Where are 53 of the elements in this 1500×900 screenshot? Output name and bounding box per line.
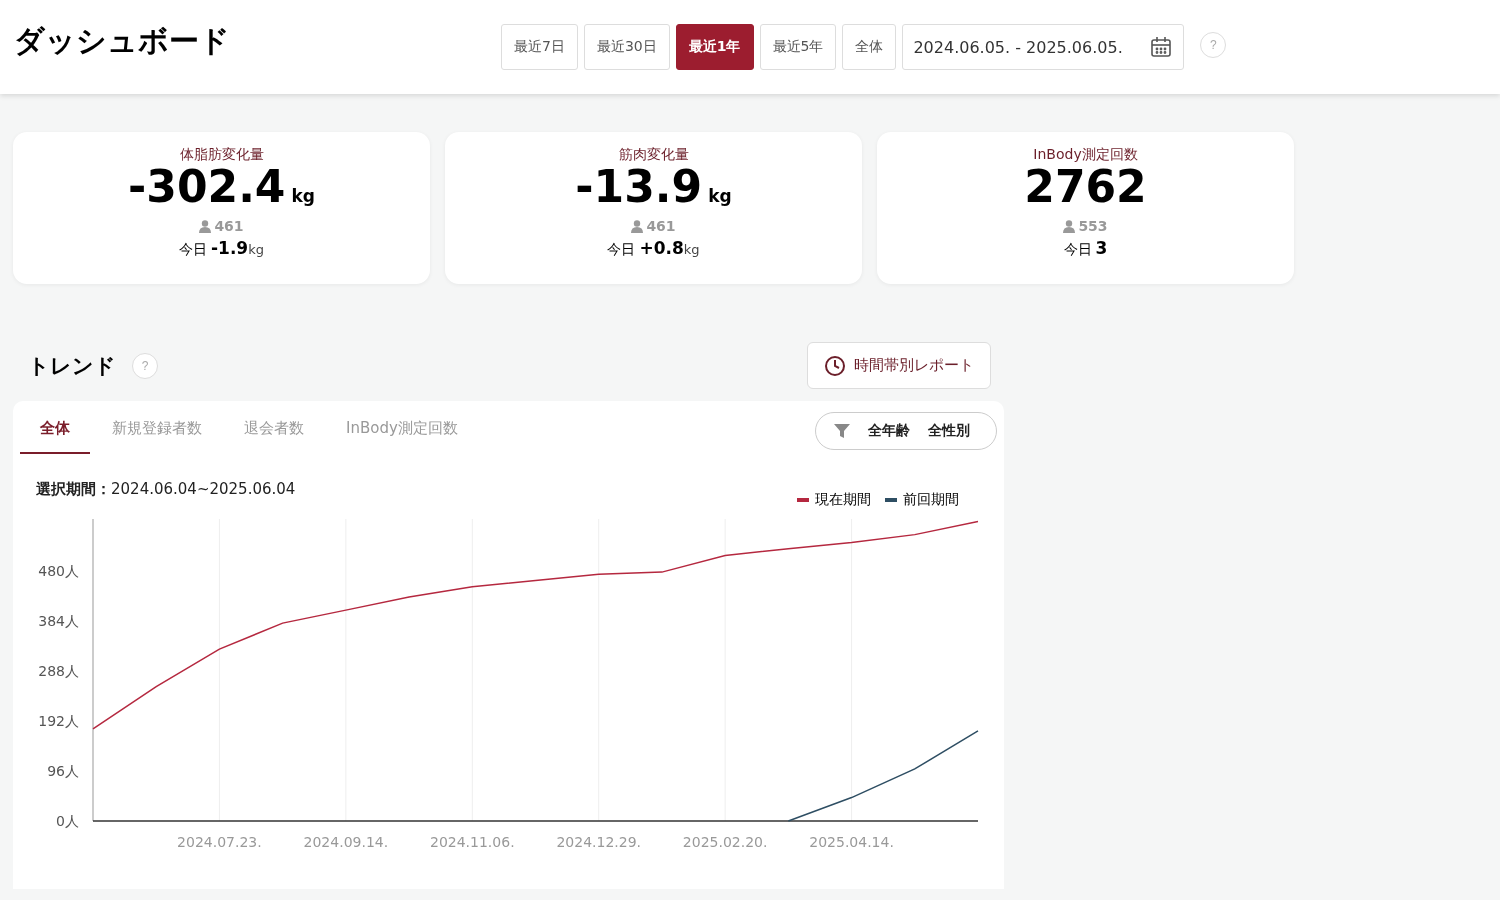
- today-value: -1.9: [211, 238, 249, 258]
- clock-icon: [824, 354, 846, 377]
- today-value: +0.8: [639, 238, 684, 258]
- legend-label: 前回期間: [903, 491, 959, 509]
- stat-value: -13.9: [575, 164, 703, 210]
- date-range-field[interactable]: 2024.06.05. - 2025.06.05.: [902, 24, 1185, 70]
- page-title: ダッシュボード: [14, 21, 231, 60]
- x-axis-label: 2024.07.23.: [177, 834, 262, 850]
- today-label: 今日: [607, 241, 636, 259]
- y-axis-label: 192人: [38, 713, 79, 730]
- period-button[interactable]: 最近5年: [759, 24, 837, 70]
- stat-unit: kg: [291, 186, 315, 206]
- person-icon: [631, 219, 644, 233]
- stat-value: -302.4: [128, 164, 286, 210]
- stat-value: 2762: [1024, 164, 1147, 210]
- chart-tab[interactable]: 全体: [20, 407, 90, 454]
- x-axis-label: 2024.11.06.: [430, 834, 515, 850]
- filter-button[interactable]: 全年齢 全性別: [815, 411, 997, 450]
- selected-period: 選択期間：2024.06.04~2025.06.04: [36, 480, 296, 499]
- stat-unit: kg: [708, 186, 732, 206]
- calendar-icon: [1149, 35, 1174, 59]
- today-label: 今日: [179, 241, 207, 259]
- x-axis-label: 2025.02.20.: [682, 834, 768, 850]
- legend-label: 現在期間: [815, 491, 871, 509]
- filter-icon: [834, 422, 850, 439]
- today-unit: kg: [248, 242, 264, 257]
- member-count: 461: [214, 218, 244, 234]
- period-button[interactable]: 最近7日: [501, 24, 578, 70]
- period-button[interactable]: 最近30日: [583, 24, 670, 70]
- today-value: 3: [1095, 238, 1108, 258]
- person-icon: [1063, 219, 1076, 233]
- y-axis-label: 480人: [38, 563, 79, 580]
- x-axis-label: 2025.04.14.: [809, 834, 894, 850]
- y-axis-label: 384人: [38, 613, 79, 630]
- member-count: 461: [646, 218, 676, 234]
- x-axis-label: 2024.09.14.: [303, 834, 389, 850]
- time-report-button[interactable]: 時間帯別レポート: [807, 342, 991, 389]
- stat-title: 筋肉変化量: [618, 146, 689, 164]
- section-title: トレンド: [28, 352, 116, 380]
- x-axis-label: 2024.12.29.: [556, 834, 641, 850]
- today-unit: kg: [683, 242, 700, 257]
- period-button[interactable]: 全体: [842, 24, 897, 70]
- today-label: 今日: [1063, 241, 1092, 259]
- y-axis-label: 96人: [47, 763, 79, 779]
- filter-label: 全年齢: [868, 421, 910, 440]
- stat-title: 体脂肪変化量: [179, 146, 264, 164]
- filter-label: 全性別: [928, 421, 970, 440]
- stat-title: InBody測定回数: [1033, 146, 1138, 164]
- person-icon: [199, 219, 212, 233]
- y-axis-label: 0人: [56, 813, 79, 829]
- period-button[interactable]: 最近1年: [675, 24, 754, 70]
- y-axis-label: 288人: [38, 663, 79, 680]
- member-count: 553: [1078, 218, 1108, 234]
